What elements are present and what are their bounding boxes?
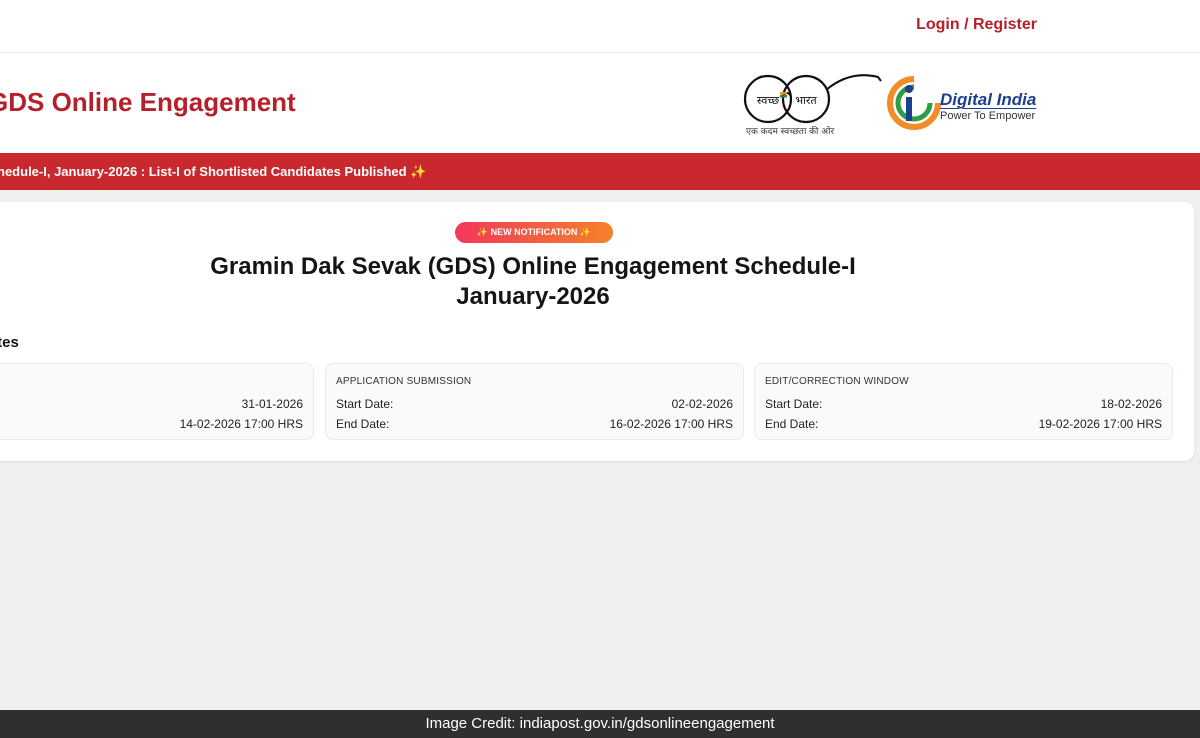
start-date-value: 31-01-2026 <box>241 397 303 411</box>
date-card-edit-correction: EDIT/CORRECTION WINDOW Start Date: 18-02… <box>754 363 1173 440</box>
date-card-title: EDIT/CORRECTION WINDOW <box>765 376 909 387</box>
date-card-registration: N 31-01-2026 14-02-2026 17:00 HRS <box>0 363 314 440</box>
start-date-label: Start Date: <box>765 397 823 411</box>
swachh-right-word: भारत <box>795 94 817 107</box>
image-credit-text: Image Credit: indiapost.gov.in/gdsonline… <box>425 715 775 732</box>
top-bar: Login / Register <box>0 0 1200 53</box>
start-date-value: 02-02-2026 <box>671 397 733 411</box>
title-line-1: Gramin Dak Sevak (GDS) Online Engagement… <box>210 253 856 280</box>
image-credit-bar: Image Credit: indiapost.gov.in/gdsonline… <box>0 710 1200 738</box>
start-date-value: 18-02-2026 <box>1100 397 1162 411</box>
important-dates-heading: Dates <box>0 334 19 351</box>
end-date-label: End Date: <box>336 417 390 431</box>
start-date-label: Start Date: <box>336 397 394 411</box>
new-notification-badge: ✨ NEW NOTIFICATION ✨ <box>455 222 613 243</box>
notification-card: ✨ NEW NOTIFICATION ✨ Gramin Dak Sevak (G… <box>0 202 1194 461</box>
swachh-caption: एक कदम स्वच्छता की ओर <box>746 127 835 137</box>
end-date-label: End Date: <box>765 417 819 431</box>
ticker-text[interactable]: ent Schedule-I, January-2026 : List-I of… <box>0 164 426 180</box>
title-line-2: January-2026 <box>456 283 610 310</box>
end-date-value: 16-02-2026 17:00 HRS <box>609 417 733 431</box>
date-card-application-submission: APPLICATION SUBMISSION Start Date: 02-02… <box>325 363 744 440</box>
date-card-title: APPLICATION SUBMISSION <box>336 376 472 387</box>
gandhi-glasses-icon: स्वच्छ भारत <box>743 74 882 124</box>
end-date-value: 14-02-2026 17:00 HRS <box>179 417 303 431</box>
site-title[interactable]: GDS Online Engagement <box>0 87 296 118</box>
swachh-bharat-logo: स्वच्छ भारत एक कदम स्वच्छता की ओर <box>740 68 885 138</box>
login-register-link[interactable]: Login / Register <box>916 16 1037 34</box>
digital-india-tagline: Power To Empower <box>940 110 1036 122</box>
notification-title: Gramin Dak Sevak (GDS) Online Engagement… <box>90 252 976 312</box>
swachh-left-word: स्वच्छ <box>757 94 779 107</box>
site-header: GDS Online Engagement स्वच्छ भारत एक कदम… <box>0 53 1200 153</box>
digital-india-name: Digital India <box>940 90 1037 109</box>
announcement-ticker[interactable]: ent Schedule-I, January-2026 : List-I of… <box>0 153 1200 190</box>
end-date-value: 19-02-2026 17:00 HRS <box>1038 417 1162 431</box>
digital-india-icon <box>887 76 941 130</box>
